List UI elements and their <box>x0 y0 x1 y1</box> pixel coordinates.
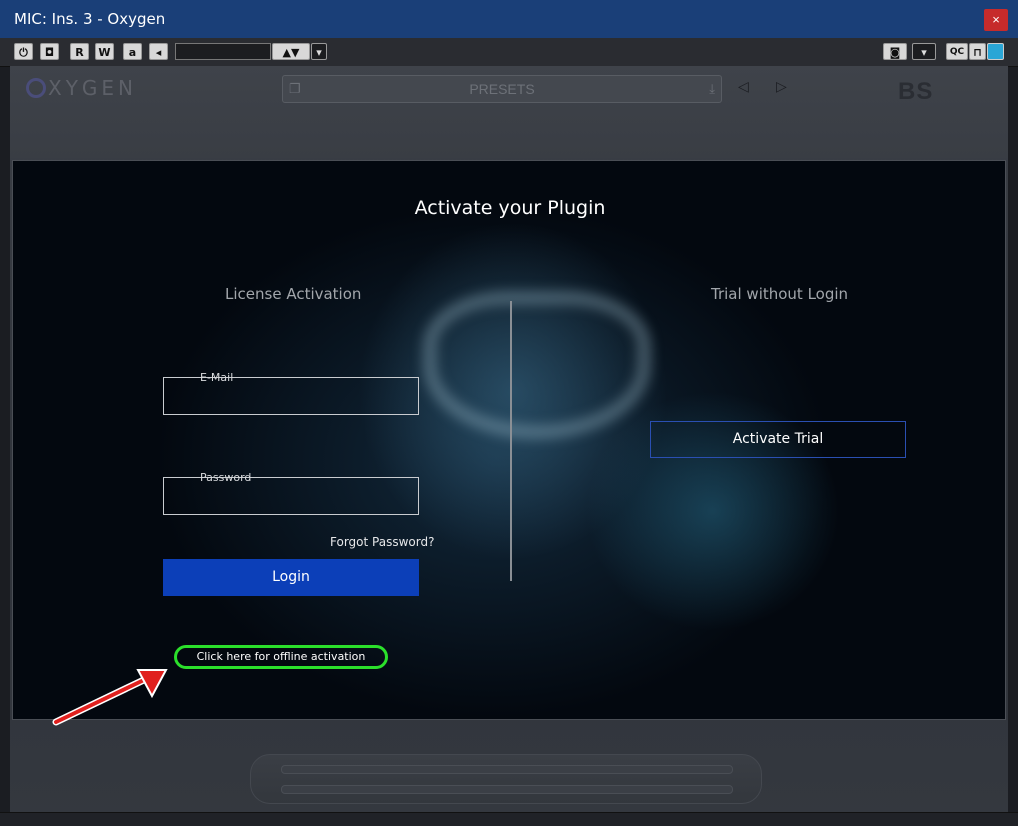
dialog-title: Activate your Plugin <box>414 197 606 219</box>
preset-name-field[interactable] <box>175 43 271 60</box>
host-toolbar: ⏻ ◘ R W a ◂ ▲▼ ▾ ◙ ▾ QC ⊓ <box>0 38 1018 67</box>
write-button[interactable]: W <box>95 43 114 60</box>
lock-icon[interactable]: ⊓ <box>969 43 986 60</box>
trial-heading: Trial without Login <box>711 285 849 303</box>
top-slider[interactable] <box>281 765 733 774</box>
download-icon[interactable]: ⤓ <box>709 76 715 102</box>
color-swatch-button[interactable] <box>987 43 1004 60</box>
presets-selector[interactable]: ❐ PRESETS ⤓ <box>282 75 722 103</box>
email-field[interactable]: E-Mail <box>163 371 419 415</box>
up-down-icon[interactable]: ▲▼ <box>272 43 310 60</box>
next-preset-icon[interactable]: ▷ <box>776 78 787 95</box>
window-title: MIC: Ins. 3 - Oxygen <box>14 10 166 28</box>
email-label: E-Mail <box>200 371 234 384</box>
logo-text: XYGEN <box>48 76 138 100</box>
brand-logo: BS <box>898 78 934 105</box>
presets-label: PRESETS <box>469 81 535 97</box>
previous-preset-icon[interactable]: ◁ <box>738 78 749 95</box>
password-label: Password <box>200 471 252 484</box>
forgot-password-link[interactable]: Forgot Password? <box>330 535 434 549</box>
background-logo-glow <box>423 291 651 439</box>
options-dropdown-button[interactable]: ▾ <box>912 43 936 60</box>
offline-activation-link[interactable]: Click here for offline activation <box>174 645 388 669</box>
close-button[interactable]: × <box>984 9 1008 31</box>
password-field[interactable]: Password <box>163 471 419 515</box>
window-titlebar: MIC: Ins. 3 - Oxygen × <box>0 0 1018 38</box>
read-button[interactable]: R <box>70 43 89 60</box>
login-button[interactable]: Login <box>163 559 419 596</box>
oxygen-logo: XYGEN <box>26 76 137 100</box>
camera-icon[interactable]: ◙ <box>883 43 907 60</box>
copy-icon[interactable]: ❐ <box>289 76 301 102</box>
preset-dropdown-button[interactable]: ▾ <box>311 43 327 60</box>
back-button[interactable]: ◂ <box>149 43 168 60</box>
activate-trial-button[interactable]: Activate Trial <box>650 421 906 458</box>
license-activation-heading: License Activation <box>225 285 362 303</box>
qc-button[interactable]: QC <box>946 43 968 60</box>
logo-ring-icon <box>26 78 46 98</box>
bypass-button[interactable]: ◘ <box>40 43 59 60</box>
plugin-header: XYGEN ❐ PRESETS ⤓ ◁ ▷ BS <box>10 66 1008 158</box>
activation-dialog: Activate your Plugin License Activation … <box>12 160 1006 720</box>
host-bottom-strip <box>0 812 1018 826</box>
power-button[interactable]: ⏻ <box>14 43 33 60</box>
red-arrow-icon <box>52 669 168 726</box>
column-divider <box>510 301 512 581</box>
bottom-slider[interactable] <box>281 785 733 794</box>
bottom-control-bar <box>250 754 762 804</box>
auto-button[interactable]: a <box>123 43 142 60</box>
